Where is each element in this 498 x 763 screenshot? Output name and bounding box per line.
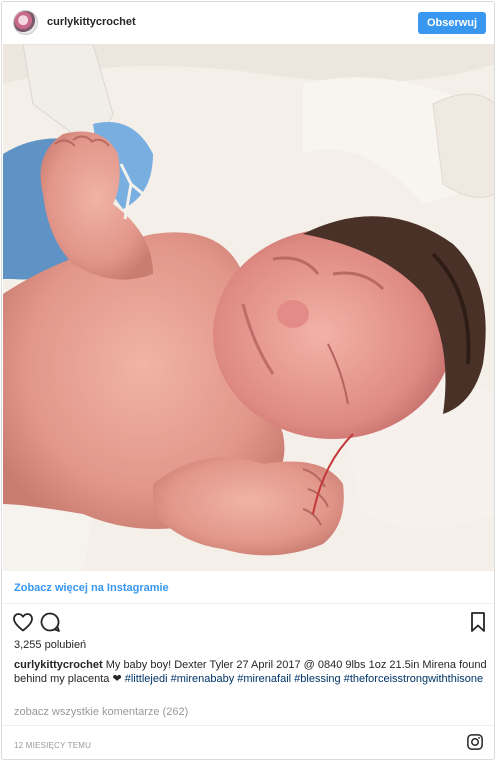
avatar[interactable] — [13, 10, 38, 35]
hashtag-link[interactable]: #littlejedi — [125, 673, 168, 685]
heart-outline-icon[interactable] — [11, 610, 35, 634]
view-all-comments-link[interactable]: zobacz wszystkie komentarze (262) — [14, 706, 188, 718]
hashtag-link[interactable]: #blessing — [294, 673, 340, 685]
likes-count: 3,255 polubień — [14, 639, 87, 651]
hashtag-link[interactable]: #mirenababy — [171, 673, 235, 685]
view-more-link[interactable]: Zobacz więcej na Instagramie — [14, 582, 169, 594]
follow-button[interactable]: Obserwuj — [418, 12, 486, 34]
divider — [2, 725, 494, 726]
divider — [2, 603, 494, 604]
hashtag-link[interactable]: #mirenafail — [237, 673, 291, 685]
instagram-logo-icon[interactable] — [466, 733, 484, 751]
heart-emoji: ❤ — [112, 673, 122, 685]
post-timestamp[interactable]: 12 MIESIĘCY TEMU — [14, 741, 91, 750]
instagram-embed-card: curlykittycrochet Obserwuj Zobacz więcej… — [1, 1, 495, 760]
comment-bubble-icon[interactable] — [38, 610, 62, 634]
post-photo[interactable] — [3, 44, 494, 571]
action-bar — [2, 608, 494, 634]
post-caption: curlykittycrochet My baby boy! Dexter Ty… — [14, 658, 490, 686]
hashtag-link[interactable]: #theforceisstrongwiththisone — [344, 673, 483, 685]
newborn-photo-illustration — [3, 44, 494, 571]
bookmark-icon[interactable] — [466, 610, 490, 634]
post-header: curlykittycrochet Obserwuj — [2, 2, 494, 44]
caption-username[interactable]: curlykittycrochet — [14, 659, 103, 671]
username[interactable]: curlykittycrochet — [47, 16, 136, 28]
